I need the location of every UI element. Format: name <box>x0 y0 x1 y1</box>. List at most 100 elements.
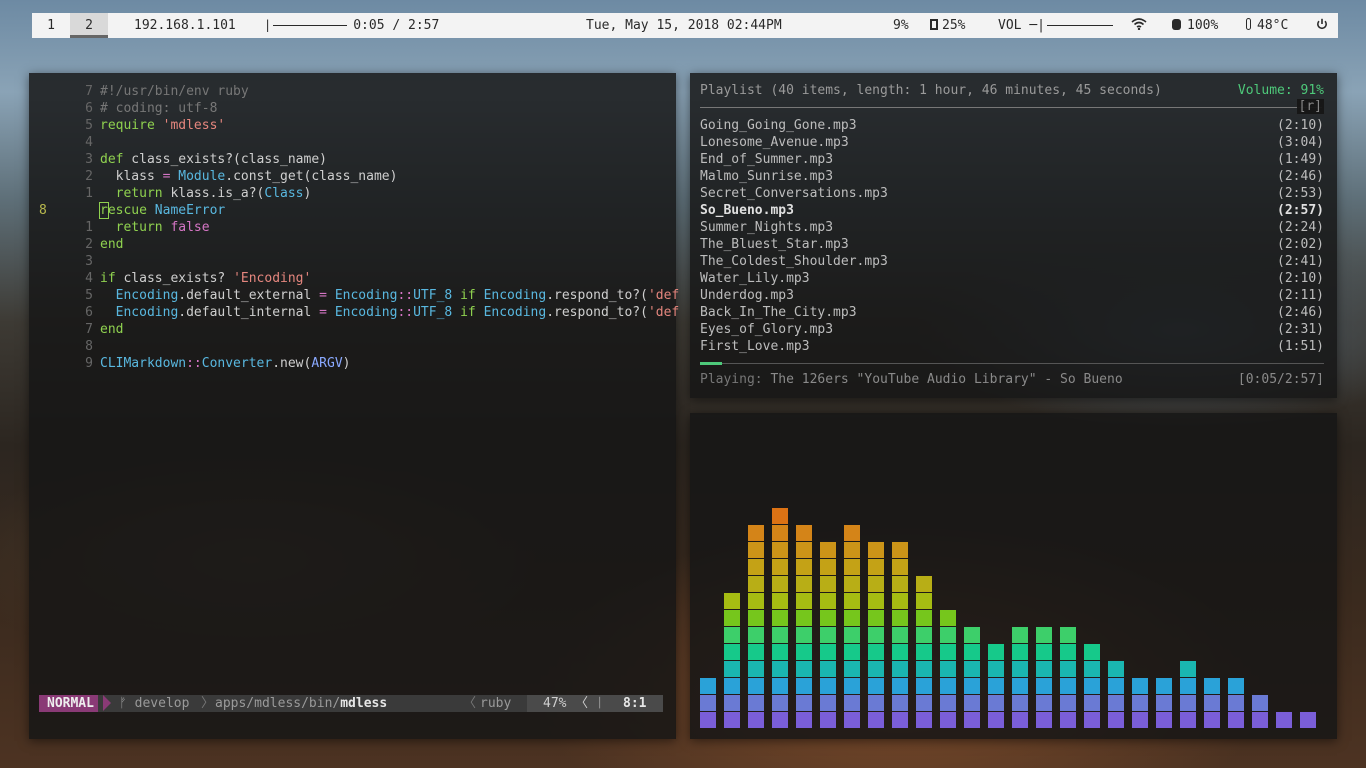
audio-visualizer <box>690 413 1337 739</box>
track-title: Going_Going_Gone.mp3 <box>700 118 857 133</box>
code-line[interactable]: require 'mdless' <box>100 117 225 134</box>
spectrum-bar <box>772 508 788 728</box>
now-playing: Playing: The 126ers "YouTube Audio Libra… <box>700 370 1324 389</box>
playlist-track[interactable]: Secret_Conversations.mp3 (2:53) <box>700 185 1324 202</box>
code-line[interactable]: def class_exists?(class_name) <box>100 151 327 168</box>
code-line[interactable]: return klass.is_a?(Class) <box>100 185 312 202</box>
code-line[interactable]: Encoding.default_internal = Encoding::UT… <box>100 304 680 321</box>
track-duration: (2:57) <box>1277 203 1324 218</box>
code-line[interactable]: # coding: utf-8 <box>100 100 217 117</box>
code-line[interactable]: Encoding.default_external = Encoding::UT… <box>100 287 680 304</box>
mode-separator <box>103 695 111 711</box>
battery-status: 100% <box>1172 13 1218 38</box>
code-line[interactable]: return false <box>100 219 210 236</box>
track-duration: (2:10) <box>1277 118 1324 133</box>
line-number: 6 <box>85 101 93 116</box>
volume-control[interactable]: VOL ─| <box>998 13 1113 38</box>
editor-terminal[interactable]: 7 6 5 4 3 2 1 8 1 2 3 4 5 6 7 8 9 #!/usr/bin/env ruby # … <box>29 73 680 739</box>
track-title: Water_Lily.mp3 <box>700 271 810 286</box>
volume-slider[interactable] <box>1046 25 1113 26</box>
spectrum-bar <box>964 627 980 728</box>
spectrum-bar <box>1156 678 1172 728</box>
playlist-track[interactable]: First_Love.mp3 (1:51) <box>700 338 1324 355</box>
memory-usage: 25% <box>930 13 965 38</box>
code-line[interactable]: CLIMarkdown::Converter.new(ARGV) <box>100 355 350 372</box>
scroll-percent: 47% <box>543 696 567 711</box>
playlist-track[interactable]: Back_In_The_City.mp3 (2:46) <box>700 304 1324 321</box>
volume-indicator: Volume: 91% <box>1237 83 1324 98</box>
line-lock-icon: 〈 ᛁ <box>575 696 604 711</box>
playlist-track[interactable]: Eyes_of_Glory.mp3 (2:31) <box>700 321 1324 338</box>
playing-time: [0:05/2:57] <box>1237 372 1324 387</box>
playlist-track[interactable]: The_Bluest_Star.mp3 (2:02) <box>700 236 1324 253</box>
playlist-track[interactable]: Going_Going_Gone.mp3 (2:10) <box>700 117 1324 134</box>
spectrum-bar <box>1084 644 1100 728</box>
cpu-usage: 9% <box>893 18 909 33</box>
line-number: 4 <box>85 135 93 150</box>
spectrum-bar <box>868 542 884 728</box>
ip-address: 192.168.1.101 <box>134 18 236 33</box>
playlist-track[interactable]: End_of_Summer.mp3 (1:49) <box>700 151 1324 168</box>
code-line[interactable]: end <box>100 236 123 253</box>
workspace-1[interactable]: 1 <box>32 13 70 38</box>
track-title: The_Coldest_Shoulder.mp3 <box>700 254 888 269</box>
spectrum-bar <box>748 525 764 728</box>
line-number: 1 <box>85 186 93 201</box>
line-number: 1 <box>85 220 93 235</box>
track-title: Summer_Nights.mp3 <box>700 220 834 235</box>
track-title: Underdog.mp3 <box>700 288 794 303</box>
track-title: Back_In_The_City.mp3 <box>700 305 857 320</box>
playing-label: Playing: <box>700 372 763 387</box>
repeat-flag: [r] <box>1296 99 1324 114</box>
volume-label: VOL <box>998 18 1022 33</box>
playlist-track[interactable]: So_Bueno.mp3 (2:57) <box>700 202 1324 219</box>
branch-icon: ᚠ <box>119 696 127 711</box>
workspace-2[interactable]: 2 <box>70 13 108 38</box>
spectrum-bar <box>796 525 812 728</box>
track-title: End_of_Summer.mp3 <box>700 152 834 167</box>
spectrum-bar <box>1204 678 1220 728</box>
line-number: 3 <box>85 254 93 269</box>
playlist-track[interactable]: Lonesome_Avenue.mp3 (3:04) <box>700 134 1324 151</box>
spectrum-bar <box>700 678 716 728</box>
file-path: apps/mdless/bin/mdless <box>215 696 388 711</box>
track-duration: (2:31) <box>1277 322 1324 337</box>
spectrum-bar <box>1276 712 1292 728</box>
playlist-track[interactable]: Malmo_Sunrise.mp3 (2:46) <box>700 168 1324 185</box>
spectrum-bar <box>1228 678 1244 728</box>
track-duration: (3:04) <box>1277 135 1324 150</box>
line-number: 9 <box>85 356 93 371</box>
spectrum-bar <box>1108 661 1124 728</box>
code-line[interactable]: end <box>100 321 123 338</box>
spectrum-bar <box>820 542 836 728</box>
code-line-cursor[interactable]: rescue NameError <box>99 202 225 219</box>
spectrum-bar <box>1180 661 1196 728</box>
code-line[interactable]: klass = Module.const_get(class_name) <box>100 168 398 185</box>
spectrum-bar <box>988 644 1004 728</box>
track-duration: (1:51) <box>1277 339 1324 354</box>
spectrum-bar <box>1012 627 1028 728</box>
spectrum-bar <box>916 576 932 728</box>
mode-indicator: NORMAL <box>39 695 98 712</box>
track-title: Malmo_Sunrise.mp3 <box>700 169 834 184</box>
progress-bar[interactable] <box>700 362 1324 365</box>
playlist-track[interactable]: The_Coldest_Shoulder.mp3 (2:41) <box>700 253 1324 270</box>
track-duration: (2:02) <box>1277 237 1324 252</box>
cursor-position: 8:1 <box>623 696 647 711</box>
playlist-track[interactable]: Water_Lily.mp3 (2:10) <box>700 270 1324 287</box>
code-line[interactable]: #!/usr/bin/env ruby <box>100 83 249 100</box>
playlist-terminal[interactable]: Playlist (40 items, length: 1 hour, 46 m… <box>690 73 1337 398</box>
playing-text: The 126ers "YouTube Audio Library" - So … <box>770 372 1123 387</box>
playlist-track[interactable]: Summer_Nights.mp3 (2:24) <box>700 219 1324 236</box>
power-icon[interactable] <box>1316 13 1328 38</box>
seek-bar[interactable] <box>273 25 348 26</box>
line-number: 8 <box>39 203 47 218</box>
spectrum-bar <box>1060 627 1076 728</box>
code-line[interactable]: if class_exists? 'Encoding' <box>100 270 311 287</box>
media-seek[interactable]: | 0:05 / 2:57 <box>264 13 439 38</box>
spectrum-bars <box>700 508 1316 728</box>
playlist-track[interactable]: Underdog.mp3 (2:11) <box>700 287 1324 304</box>
battery-icon <box>1172 19 1181 30</box>
line-number: 2 <box>85 169 93 184</box>
spectrum-bar <box>940 610 956 728</box>
